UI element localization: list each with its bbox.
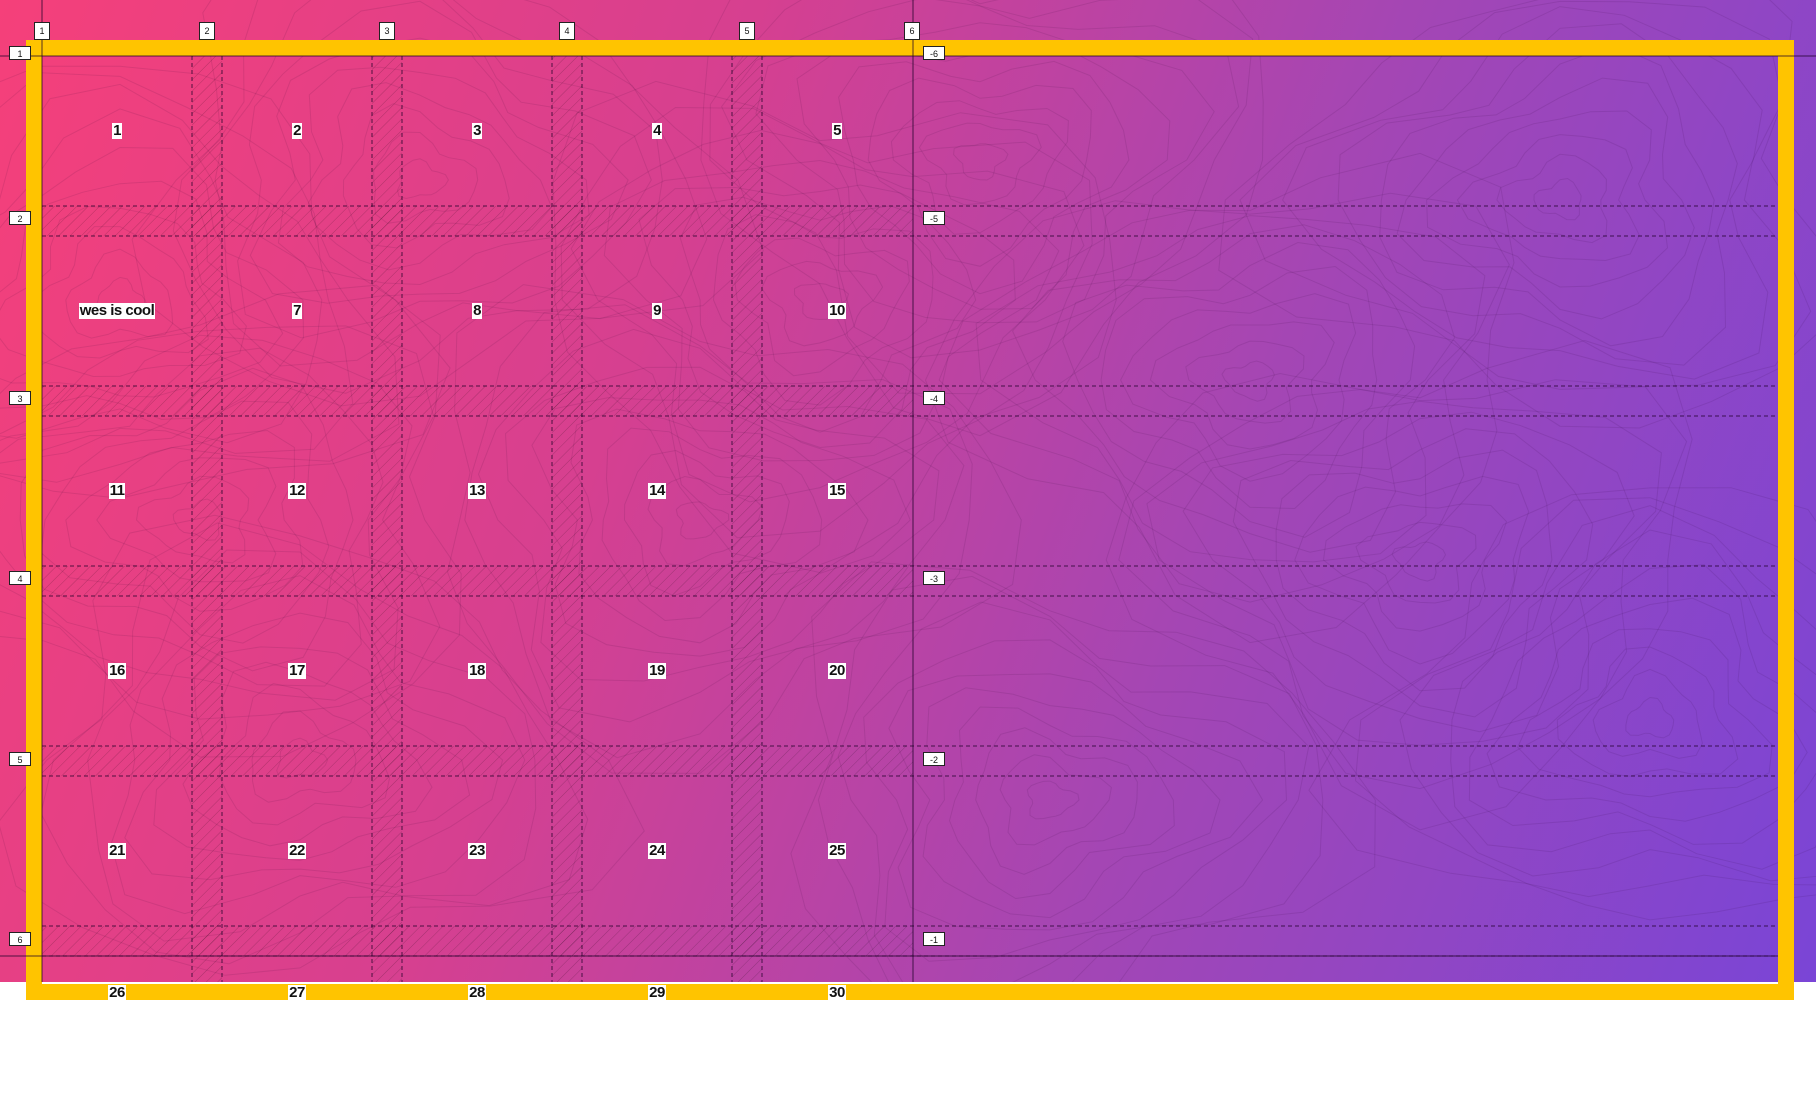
- row-gap: [42, 566, 913, 596]
- column-line-badge: 5: [739, 22, 755, 40]
- row-line-badge: 2: [9, 211, 31, 225]
- row-gap: [42, 206, 913, 236]
- row-gap: [42, 926, 913, 956]
- column-gap: [552, 56, 582, 982]
- column-line-badge: 1: [34, 22, 50, 40]
- row-line-badge: 1: [9, 46, 31, 60]
- row-gap: [42, 746, 913, 776]
- column-line-badge: 4: [559, 22, 575, 40]
- column-line-badge: 6: [904, 22, 920, 40]
- grid-item-label: 26: [108, 985, 126, 1001]
- row-line-badge: 5: [9, 752, 31, 766]
- negative-row-line-badge: -6: [923, 46, 945, 60]
- negative-row-line-badge: -4: [923, 391, 945, 405]
- column-gap: [372, 56, 402, 982]
- grid-item-label: 28: [468, 985, 486, 1001]
- grid-item-label: 30: [828, 985, 846, 1001]
- grid-inspector-overlay: [0, 0, 1816, 982]
- row-gap: [42, 386, 913, 416]
- grid-item-label: 27: [288, 985, 306, 1001]
- column-line-badge: 3: [379, 22, 395, 40]
- row-line-badge: 3: [9, 391, 31, 405]
- column-gap: [732, 56, 762, 982]
- negative-row-line-badge: -3: [923, 571, 945, 585]
- negative-row-line-badge: -2: [923, 752, 945, 766]
- negative-row-line-badge: -5: [923, 211, 945, 225]
- column-gap: [192, 56, 222, 982]
- grid-lines: [0, 0, 1816, 982]
- column-line-badge: 2: [199, 22, 215, 40]
- grid-gap-hatching: [42, 56, 913, 982]
- row-line-badge: 6: [9, 932, 31, 946]
- negative-row-line-badge: -1: [923, 932, 945, 946]
- row-line-badge: 4: [9, 571, 31, 585]
- grid-item-label: 29: [648, 985, 666, 1001]
